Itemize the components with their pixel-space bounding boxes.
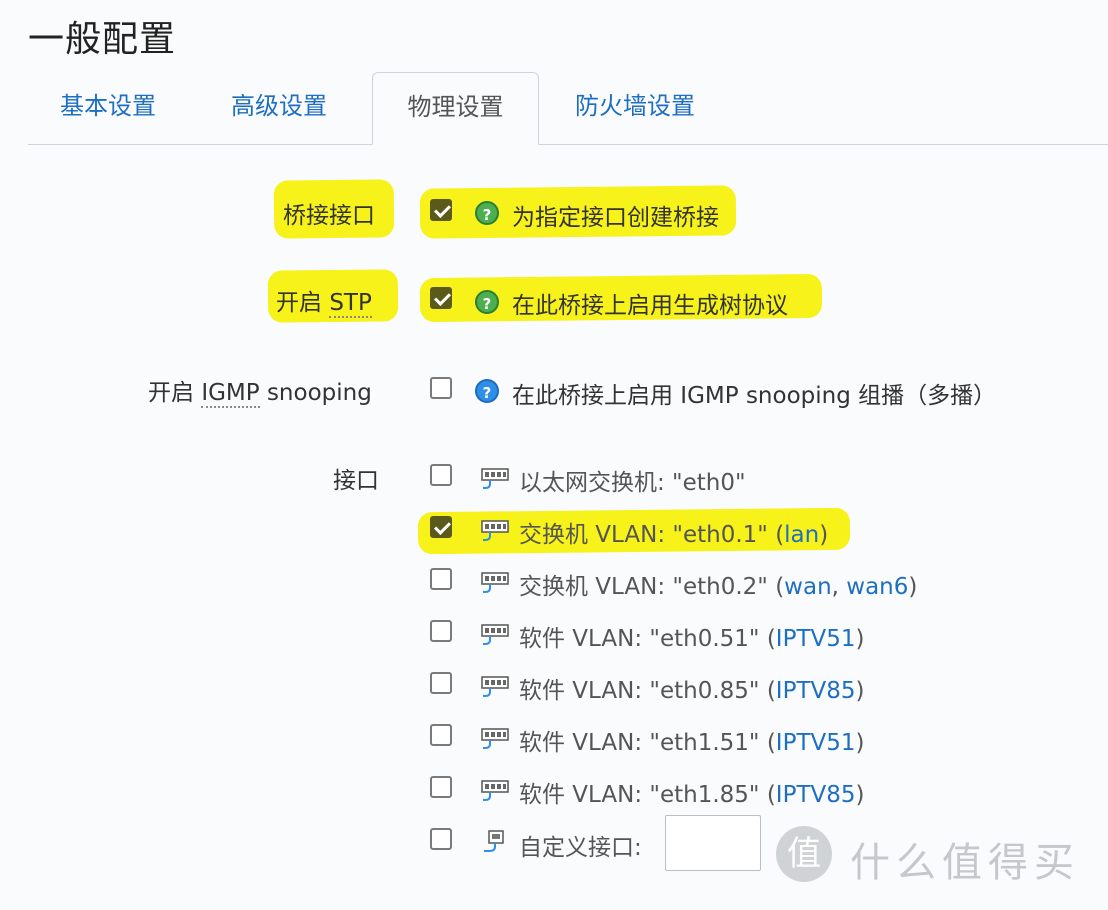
paren-close: ) <box>855 730 865 756</box>
bridge-interfaces-label: 桥接接口 <box>283 203 375 229</box>
paren-close: ) <box>908 574 918 600</box>
paren-open: ( <box>766 782 776 808</box>
network-link[interactable]: wan6 <box>846 574 908 600</box>
paren-open: ( <box>766 730 776 756</box>
interface-checkbox[interactable] <box>430 724 452 746</box>
stp-description: 在此桥接上启用生成树协议 <box>512 293 788 319</box>
interface-checkbox[interactable] <box>430 568 452 590</box>
tab-bar: 基本设置 高级设置 物理设置 防火墙设置 <box>28 72 1108 145</box>
tab-basic-settings[interactable]: 基本设置 <box>60 72 156 143</box>
interface-label: 软件 VLAN: "eth0.85" (IPTV85) <box>519 671 864 705</box>
igmp-label: 开启 IGMP snooping <box>148 373 372 408</box>
paren-open: ( <box>766 678 776 704</box>
interface-checkbox[interactable] <box>430 464 452 486</box>
switch-port-icon <box>481 624 509 645</box>
tab-advanced-settings[interactable]: 高级设置 <box>231 72 327 143</box>
ethernet-port-icon <box>484 830 504 852</box>
network-link[interactable]: IPTV51 <box>776 626 856 652</box>
interfaces-label: 接口 <box>333 468 379 494</box>
stp-label-prefix: 开启 <box>276 290 330 316</box>
network-link[interactable]: IPTV85 <box>776 678 856 704</box>
igmp-label-prefix: 开启 <box>148 380 202 406</box>
stp-label: 开启 STP <box>276 283 372 318</box>
stp-checkbox[interactable] <box>430 287 452 309</box>
help-icon[interactable]: ? <box>475 201 499 225</box>
interface-label: 软件 VLAN: "eth1.85" (IPTV85) <box>519 775 864 809</box>
interface-label: 交换机 VLAN: "eth0.1" (lan) <box>519 515 828 549</box>
switch-port-icon <box>481 468 509 489</box>
page-title: 一般配置 <box>28 19 177 60</box>
paren-open: ( <box>775 574 785 600</box>
tab-physical-settings[interactable]: 物理设置 <box>372 72 539 145</box>
custom-interface-input[interactable] <box>665 815 761 871</box>
interface-name: 软件 VLAN: "eth0.51" <box>519 626 767 652</box>
switch-port-icon <box>481 520 509 541</box>
network-link[interactable]: IPTV85 <box>776 782 856 808</box>
interface-checkbox[interactable] <box>430 620 452 642</box>
network-link[interactable]: IPTV51 <box>776 730 856 756</box>
custom-interface-checkbox[interactable] <box>430 828 452 850</box>
interface-name: 软件 VLAN: "eth0.85" <box>519 678 767 704</box>
stp-abbr: STP <box>329 290 372 318</box>
interface-name: 软件 VLAN: "eth1.51" <box>519 730 767 756</box>
interface-name: 交换机 VLAN: "eth0.2" <box>519 574 776 600</box>
interface-label: 软件 VLAN: "eth0.51" (IPTV51) <box>519 619 864 653</box>
bridge-interfaces-checkbox[interactable] <box>430 199 452 221</box>
separator: , <box>831 574 847 600</box>
interface-name: 软件 VLAN: "eth1.85" <box>519 782 767 808</box>
interface-name: 以太网交换机: "eth0" <box>519 470 746 496</box>
switch-port-icon <box>481 676 509 697</box>
interface-name: 交换机 VLAN: "eth0.1" <box>519 522 776 548</box>
switch-port-icon <box>481 728 509 749</box>
network-link[interactable]: wan <box>784 574 831 600</box>
interface-label: 软件 VLAN: "eth1.51" (IPTV51) <box>519 723 864 757</box>
custom-interface-label: 自定义接口: <box>519 835 642 861</box>
bridge-interfaces-description: 为指定接口创建桥接 <box>512 205 719 231</box>
switch-port-icon <box>481 572 509 593</box>
igmp-label-suffix: snooping <box>259 380 372 406</box>
help-icon[interactable]: ? <box>475 290 499 314</box>
interface-checkbox[interactable] <box>430 776 452 798</box>
paren-close: ) <box>855 626 865 652</box>
igmp-snooping-checkbox[interactable] <box>430 377 452 399</box>
interface-label: 以太网交换机: "eth0" <box>519 463 746 497</box>
interface-checkbox[interactable] <box>430 672 452 694</box>
help-icon[interactable]: ? <box>475 379 499 403</box>
interface-checkbox[interactable] <box>430 516 452 538</box>
paren-close: ) <box>819 522 829 548</box>
network-link[interactable]: lan <box>784 522 819 548</box>
paren-open: ( <box>766 626 776 652</box>
igmp-description: 在此桥接上启用 IGMP snooping 组播（多播） <box>512 383 997 409</box>
interface-label: 交换机 VLAN: "eth0.2" (wan, wan6) <box>519 567 917 601</box>
igmp-abbr: IGMP <box>201 380 260 408</box>
switch-port-icon <box>481 780 509 801</box>
watermark-text: 什么值得买 <box>850 840 1080 886</box>
paren-close: ) <box>855 782 865 808</box>
paren-close: ) <box>855 678 865 704</box>
watermark-logo: 值 <box>776 826 832 882</box>
paren-open: ( <box>775 522 785 548</box>
tab-firewall-settings[interactable]: 防火墙设置 <box>575 72 695 143</box>
